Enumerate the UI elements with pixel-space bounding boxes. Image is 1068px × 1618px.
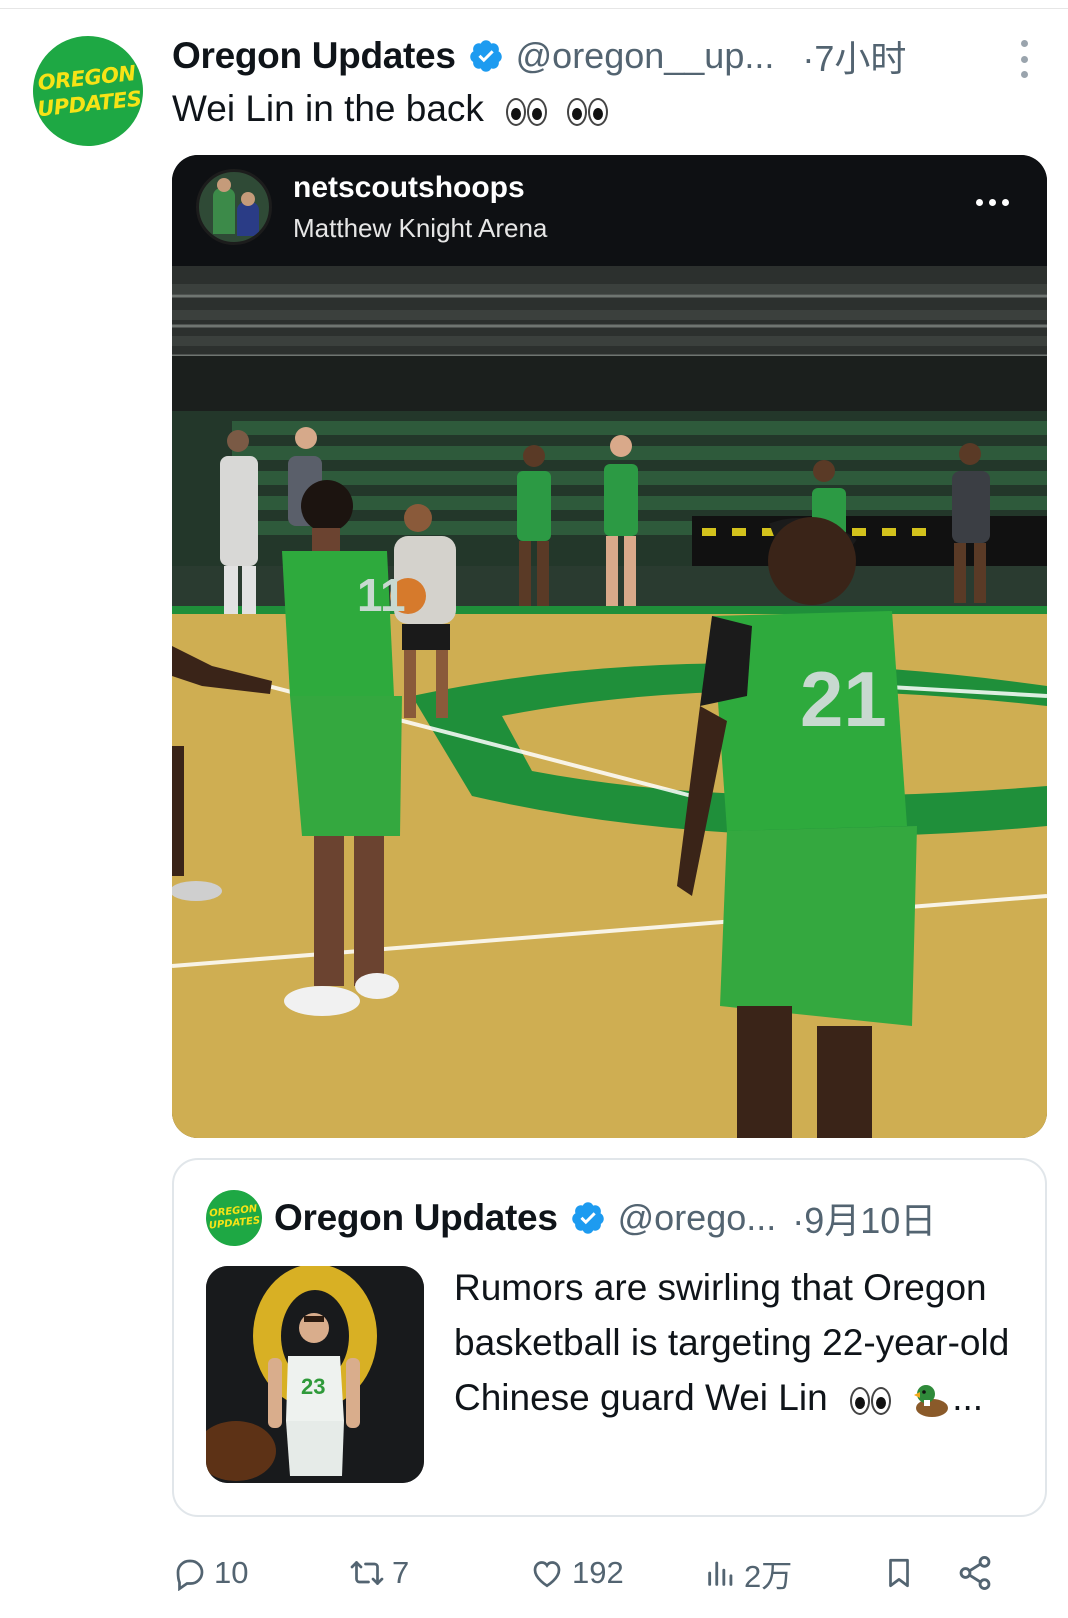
repost-count: 7: [392, 1555, 410, 1590]
quoted-verified-badge-icon: [571, 1202, 604, 1234]
player-21-number: 21: [800, 655, 887, 743]
quoted-text-ellipsis: ...: [952, 1377, 984, 1418]
eyes-emoji-icon: [565, 96, 611, 127]
post-text: Wei Lin in the back: [172, 88, 615, 130]
quoted-author-handle[interactable]: @orego...: [618, 1197, 777, 1239]
author-name[interactable]: Oregon Updates: [172, 35, 456, 77]
instagram-location[interactable]: Matthew Knight Arena: [293, 213, 547, 244]
quoted-author-name[interactable]: Oregon Updates: [274, 1197, 558, 1239]
action-bar: 10 7 192 2万: [172, 1545, 1048, 1601]
views-button[interactable]: 2万: [704, 1545, 792, 1601]
eyes-emoji-icon: [504, 96, 550, 127]
author-handle[interactable]: @oregon__up...: [516, 35, 775, 77]
top-divider: [0, 8, 1068, 9]
quoted-post-thumbnail[interactable]: 23: [206, 1266, 424, 1483]
quoted-post-text: Rumors are swirling that Oregon basketba…: [454, 1260, 1024, 1425]
share-button[interactable]: [956, 1545, 994, 1601]
repost-button[interactable]: 7: [348, 1545, 409, 1601]
practice-photo-illustration: 11 21: [172, 266, 1047, 1138]
duck-emoji-icon: [914, 1385, 949, 1418]
instagram-more-icon[interactable]: [976, 199, 1009, 206]
instagram-header: netscoutshoops Matthew Knight Arena: [172, 155, 1047, 266]
quoted-author-avatar[interactable]: OREGON UPDATES: [203, 1187, 265, 1249]
view-count: 2万: [744, 1558, 793, 1594]
player-11-number: 11: [357, 569, 406, 621]
like-button[interactable]: 192: [528, 1545, 624, 1601]
like-count: 192: [572, 1555, 624, 1590]
views-chart-icon: [708, 1561, 733, 1586]
eyes-emoji-icon: [848, 1385, 894, 1416]
reply-icon: [176, 1559, 204, 1591]
reply-button[interactable]: 10: [172, 1545, 248, 1601]
instagram-username[interactable]: netscoutshoops: [293, 171, 525, 205]
heart-icon: [533, 1561, 561, 1588]
author-avatar[interactable]: OREGON UPDATES: [27, 30, 149, 152]
quoted-post[interactable]: OREGON UPDATES Oregon Updates @orego... …: [172, 1158, 1047, 1517]
more-options-icon[interactable]: [1019, 40, 1029, 78]
share-icon: [959, 1556, 991, 1590]
repost-icon: [350, 1561, 384, 1585]
eyes-emoji-group: [504, 88, 614, 130]
embedded-instagram-media[interactable]: netscoutshoops Matthew Knight Arena 11 2…: [172, 155, 1047, 1138]
quoted-post-timestamp[interactable]: ·9月10日: [792, 1192, 936, 1244]
reply-count: 10: [214, 1555, 249, 1590]
bookmark-button[interactable]: [882, 1545, 916, 1601]
instagram-avatar[interactable]: [196, 169, 272, 245]
post-timestamp[interactable]: ·7小时: [802, 30, 906, 82]
post-header: Oregon Updates @oregon__up... ·7小时: [172, 30, 906, 82]
practice-photo[interactable]: 11 21: [172, 266, 1047, 1138]
bookmark-icon: [889, 1558, 909, 1588]
thumbnail-jersey-number: 23: [301, 1374, 325, 1399]
post-text-body: Wei Lin in the back: [172, 88, 484, 129]
quoted-post-header: OREGON UPDATES Oregon Updates @orego... …: [203, 1187, 936, 1249]
verified-badge-icon: [469, 40, 502, 72]
quoted-thumbnail-illustration: 23: [206, 1266, 424, 1483]
